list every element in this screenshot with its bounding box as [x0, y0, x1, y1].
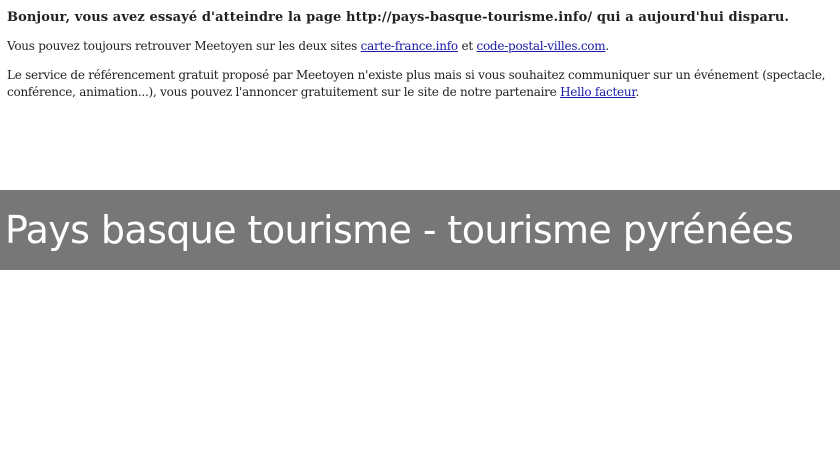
- paragraph-text: Vous pouvez toujours retrouver Meetoyen …: [7, 39, 361, 53]
- notice-paragraph-sites: Vous pouvez toujours retrouver Meetoyen …: [7, 38, 833, 55]
- notice-content: Bonjour, vous avez essayé d'atteindre la…: [7, 9, 833, 113]
- hello-facteur-link[interactable]: Hello facteur: [560, 85, 636, 99]
- banner-title: Pays basque tourisme - tourisme pyrénées: [5, 208, 794, 252]
- notice-heading: Bonjour, vous avez essayé d'atteindre la…: [7, 10, 790, 25]
- paragraph-text: .: [605, 39, 609, 53]
- code-postal-villes-link[interactable]: code-postal-villes.com: [476, 39, 605, 53]
- page: Bonjour, vous avez essayé d'atteindre la…: [0, 0, 840, 460]
- paragraph-text: et: [457, 39, 477, 53]
- paragraph-text: .: [635, 85, 640, 99]
- carte-france-link[interactable]: carte-france.info: [361, 39, 459, 53]
- notice-paragraph-partner: Le service de référencement gratuit prop…: [7, 67, 833, 101]
- paragraph-text: Le service de référencement gratuit prop…: [7, 68, 826, 99]
- title-banner: Pays basque tourisme - tourisme pyrénées: [0, 190, 840, 270]
